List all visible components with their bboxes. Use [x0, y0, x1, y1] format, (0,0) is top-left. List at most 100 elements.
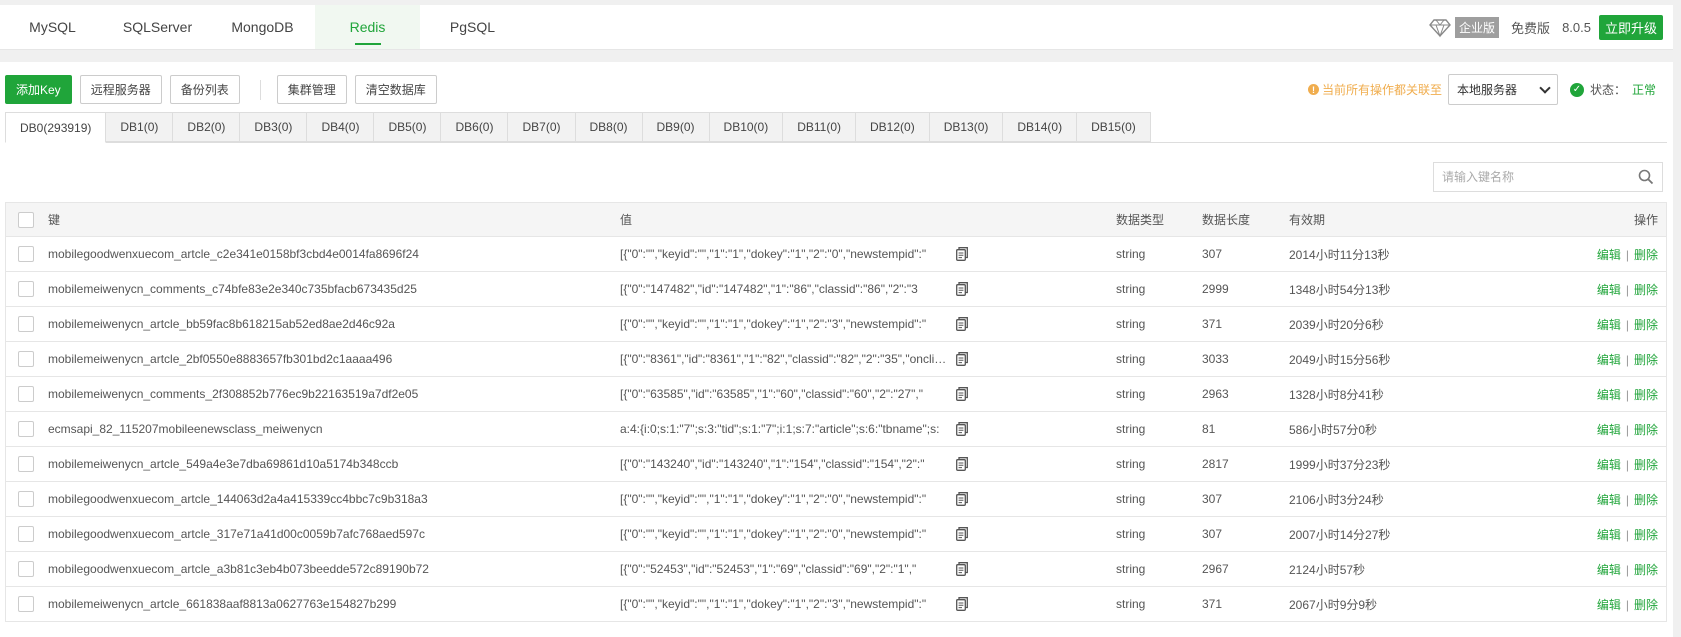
db-tab-9[interactable]: DB9(0): [642, 112, 710, 142]
op-separator: |: [1625, 387, 1629, 402]
tab-redis[interactable]: Redis: [315, 5, 420, 49]
edit-button[interactable]: 编辑: [1597, 248, 1621, 262]
add-key-button[interactable]: 添加Key: [5, 75, 72, 104]
select-all-checkbox[interactable]: [18, 211, 34, 228]
search-input[interactable]: [1442, 170, 1638, 184]
delete-button[interactable]: 删除: [1634, 388, 1658, 402]
free-edition-label: 免费版: [1511, 20, 1551, 36]
row-checkbox[interactable]: [18, 351, 34, 367]
row-ttl: 2039小时20分6秒: [1289, 317, 1384, 332]
delete-button[interactable]: 删除: [1634, 528, 1658, 542]
op-separator: |: [1625, 457, 1629, 472]
delete-button[interactable]: 删除: [1634, 423, 1658, 437]
edit-button[interactable]: 编辑: [1597, 563, 1621, 577]
edit-button[interactable]: 编辑: [1597, 528, 1621, 542]
row-length: 2999: [1202, 282, 1229, 296]
copy-icon[interactable]: [956, 597, 968, 611]
row-checkbox[interactable]: [18, 316, 34, 332]
delete-button[interactable]: 删除: [1634, 458, 1658, 472]
row-length: 3033: [1202, 352, 1229, 366]
table-row: mobilemeiwenycn_comments_c74bfe83e2e340c…: [5, 272, 1667, 307]
clear-database-button[interactable]: 清空数据库: [354, 75, 437, 104]
tab-sqlserver[interactable]: SQLServer: [105, 5, 210, 49]
table-row: mobilemeiwenycn_artcle_549a4e3e7dba69861…: [5, 447, 1667, 482]
edit-button[interactable]: 编辑: [1597, 423, 1621, 437]
copy-icon[interactable]: [956, 282, 968, 296]
tab-pgsql[interactable]: PgSQL: [420, 5, 525, 49]
db-tab-12[interactable]: DB12(0): [856, 112, 930, 142]
copy-icon[interactable]: [956, 352, 968, 366]
db-tab-1[interactable]: DB1(0): [106, 112, 174, 142]
row-checkbox[interactable]: [18, 421, 34, 437]
cluster-manage-button[interactable]: 集群管理: [276, 75, 347, 104]
db-tab-5[interactable]: DB5(0): [374, 112, 442, 142]
db-tab-6[interactable]: DB6(0): [441, 112, 509, 142]
db-tab-11[interactable]: DB11(0): [783, 112, 857, 142]
row-checkbox[interactable]: [18, 281, 34, 297]
server-select[interactable]: 本地服务器: [1447, 74, 1558, 105]
edit-button[interactable]: 编辑: [1597, 318, 1621, 332]
copy-icon[interactable]: [956, 527, 968, 541]
db-tab-3[interactable]: DB3(0): [240, 112, 308, 142]
db-tab-4[interactable]: DB4(0): [307, 112, 375, 142]
delete-button[interactable]: 删除: [1634, 598, 1658, 612]
check-circle-icon: ✓: [1569, 82, 1584, 97]
delete-button[interactable]: 删除: [1634, 248, 1658, 262]
search-icon[interactable]: [1638, 169, 1654, 185]
db-tab-8[interactable]: DB8(0): [575, 112, 643, 142]
top-nav: MySQL SQLServer MongoDB Redis PgSQL 企业版 …: [0, 5, 1673, 50]
db-tab-15[interactable]: DB15(0): [1077, 112, 1151, 142]
copy-icon[interactable]: [956, 457, 968, 471]
upgrade-button[interactable]: 立即升级: [1598, 14, 1663, 40]
tab-mysql[interactable]: MySQL: [0, 5, 105, 49]
edit-button[interactable]: 编辑: [1597, 388, 1621, 402]
row-checkbox[interactable]: [18, 596, 34, 612]
row-value: [{"0":"","keyid":"","1":"1","dokey":"1",…: [620, 527, 927, 541]
copy-icon[interactable]: [956, 247, 968, 261]
delete-button[interactable]: 删除: [1634, 493, 1658, 507]
row-value: [{"0":"8361","id":"8361","1":"82","class…: [620, 352, 950, 366]
enterprise-badge[interactable]: 企业版: [1455, 16, 1500, 38]
tab-mongodb[interactable]: MongoDB: [210, 5, 315, 49]
delete-button[interactable]: 删除: [1634, 563, 1658, 577]
edit-button[interactable]: 编辑: [1597, 493, 1621, 507]
copy-icon[interactable]: [956, 492, 968, 506]
db-tab-7[interactable]: DB7(0): [508, 112, 576, 142]
delete-button[interactable]: 删除: [1634, 353, 1658, 367]
row-checkbox[interactable]: [18, 386, 34, 402]
db-tab-2[interactable]: DB2(0): [173, 112, 241, 142]
copy-icon[interactable]: [956, 317, 968, 331]
table-row: mobilegoodwenxuecom_artcle_317e71a41d00c…: [5, 517, 1667, 552]
backup-list-button[interactable]: 备份列表: [169, 75, 240, 104]
row-ttl: 1999小时37分23秒: [1289, 457, 1391, 472]
delete-button[interactable]: 删除: [1634, 283, 1658, 297]
row-checkbox[interactable]: [18, 246, 34, 262]
edit-button[interactable]: 编辑: [1597, 458, 1621, 472]
edit-button[interactable]: 编辑: [1597, 598, 1621, 612]
remote-server-button[interactable]: 远程服务器: [79, 75, 162, 104]
db-tab-14[interactable]: DB14(0): [1003, 112, 1078, 142]
row-type: string: [1116, 457, 1146, 471]
op-separator: |: [1625, 597, 1629, 612]
delete-button[interactable]: 删除: [1634, 318, 1658, 332]
row-checkbox[interactable]: [18, 561, 34, 577]
copy-icon[interactable]: [956, 422, 968, 436]
row-ttl: 2106小时3分24秒: [1289, 492, 1384, 507]
row-key: mobilemeiwenycn_artcle_549a4e3e7dba69861…: [48, 457, 399, 471]
header-key: 键: [48, 213, 61, 227]
connection-warning-text: 当前所有操作都关联至: [1321, 83, 1442, 97]
row-key: mobilegoodwenxuecom_artcle_144063d2a4a41…: [48, 492, 428, 506]
edit-button[interactable]: 编辑: [1597, 283, 1621, 297]
db-tab-0[interactable]: DB0(293919): [5, 112, 107, 143]
row-ttl: 586小时57分0秒: [1289, 422, 1378, 437]
copy-icon[interactable]: [956, 387, 968, 401]
db-tab-10[interactable]: DB10(0): [709, 112, 784, 142]
row-checkbox[interactable]: [18, 456, 34, 472]
row-checkbox[interactable]: [18, 526, 34, 542]
row-checkbox[interactable]: [18, 491, 34, 507]
edit-button[interactable]: 编辑: [1597, 353, 1621, 367]
op-separator: |: [1625, 352, 1629, 367]
db-tab-13[interactable]: DB13(0): [929, 112, 1004, 142]
copy-icon[interactable]: [956, 562, 968, 576]
row-type: string: [1116, 282, 1146, 296]
